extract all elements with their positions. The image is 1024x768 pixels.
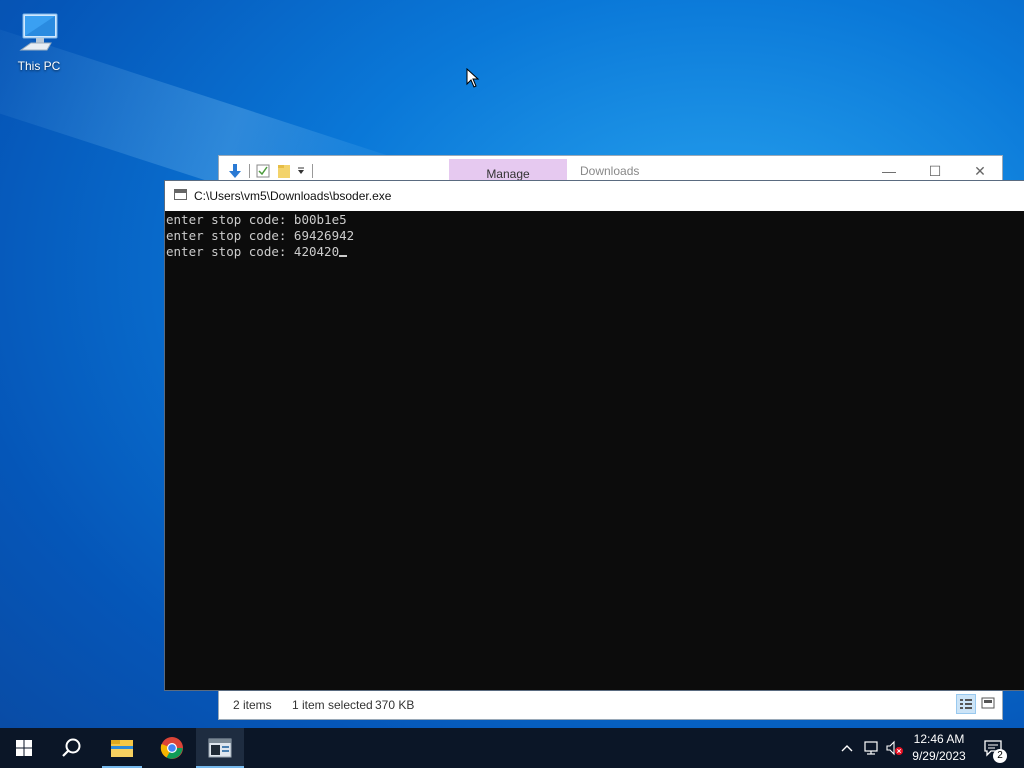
console-line: enter stop code: b00b1e5 [166, 212, 347, 227]
close-button[interactable]: ✕ [957, 160, 1003, 182]
console-title: C:\Users\vm5\Downloads\bsoder.exe [194, 189, 392, 203]
network-icon [864, 741, 878, 755]
show-hidden-icons-button[interactable] [838, 728, 856, 768]
console-app-icon [208, 738, 232, 758]
details-view-icon [960, 699, 972, 709]
toolbar-separator [249, 164, 250, 178]
minimize-button[interactable]: — [866, 160, 912, 182]
chrome-icon [160, 737, 183, 759]
large-icons-view-icon [981, 697, 995, 709]
quick-access-toolbar [227, 162, 319, 180]
new-folder-icon[interactable] [276, 163, 292, 179]
text-cursor [339, 255, 348, 257]
network-tray-button[interactable] [860, 728, 882, 768]
properties-icon[interactable] [256, 164, 270, 178]
large-icons-view-button[interactable] [979, 694, 999, 714]
toolbar-separator [312, 164, 313, 178]
clock-date: 9/29/2023 [912, 749, 966, 763]
volume-tray-button[interactable] [884, 728, 906, 768]
start-button[interactable] [0, 728, 48, 768]
search-button[interactable] [48, 728, 96, 768]
console-line: enter stop code: 69426942 [166, 228, 355, 243]
notification-count-badge: 2 [993, 749, 1007, 763]
explorer-title: Downloads [580, 164, 640, 178]
details-view-button[interactable] [956, 694, 976, 714]
status-item-count: 2 items [233, 698, 272, 712]
clock-time: 12:46 AM [913, 732, 965, 746]
console-app-icon [174, 189, 187, 200]
console-line-current: enter stop code: 420420 [166, 244, 1024, 260]
explorer-status-bar: 2 items 1 item selected 370 KB [219, 691, 1002, 719]
status-size: 370 KB [375, 698, 415, 712]
status-selected: 1 item selected [292, 698, 373, 712]
taskbar-file-explorer[interactable] [98, 728, 146, 768]
taskbar-console[interactable] [196, 728, 244, 768]
chevron-down-icon[interactable] [296, 166, 306, 176]
maximize-button[interactable]: ☐ [912, 160, 958, 182]
desktop-icon-this-pc[interactable]: This PC [12, 10, 66, 73]
chevron-up-icon [841, 745, 853, 752]
down-arrow-icon[interactable] [227, 163, 243, 179]
computer-icon [19, 13, 58, 51]
console-titlebar[interactable]: C:\Users\vm5\Downloads\bsoder.exe [165, 181, 1024, 211]
taskbar-clock[interactable]: 12:46 AM 9/29/2023 [906, 731, 972, 765]
desktop: This PC Manage Downloads — ☐ ✕ 2 items 1… [0, 0, 1024, 728]
console-output[interactable]: enter stop code: b00b1e5 enter stop code… [166, 212, 1024, 690]
start-icon [16, 740, 32, 756]
taskbar: 12:46 AM 9/29/2023 [0, 728, 1024, 768]
desktop-icon-label: This PC [17, 59, 61, 73]
taskbar-chrome[interactable] [148, 728, 196, 768]
search-icon [62, 738, 81, 757]
console-window[interactable]: C:\Users\vm5\Downloads\bsoder.exe enter … [164, 180, 1024, 691]
volume-muted-icon [886, 740, 903, 756]
console-line-text: enter stop code: 420420 [166, 244, 340, 259]
mouse-pointer-icon [466, 68, 480, 88]
file-explorer-icon [111, 740, 133, 757]
